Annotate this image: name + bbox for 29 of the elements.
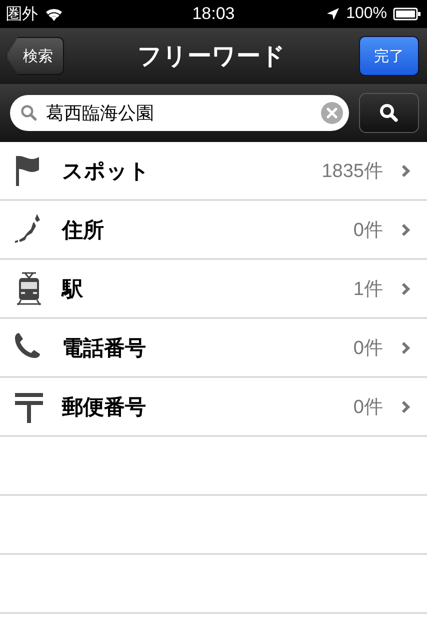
location-arrow-icon	[326, 7, 340, 21]
result-count: 1件	[353, 278, 383, 302]
result-count: 0件	[353, 396, 383, 420]
result-label: 住所	[62, 216, 105, 244]
result-count: 0件	[353, 336, 383, 360]
close-icon	[321, 102, 343, 124]
chevron-icon	[401, 222, 411, 236]
battery-percent: 100%	[346, 5, 387, 23]
search-icon	[20, 104, 38, 122]
chevron-icon	[401, 400, 411, 414]
nav-title: フリーワード	[138, 41, 286, 72]
result-label: スポット	[62, 158, 151, 184]
back-button[interactable]: 検索	[6, 37, 64, 75]
result-label: 郵便番号	[62, 394, 147, 420]
result-label: 駅	[62, 276, 84, 302]
chevron-icon	[401, 282, 411, 296]
chevron-icon	[401, 340, 411, 354]
status-time: 18:03	[192, 4, 235, 24]
search-button[interactable]	[359, 93, 419, 133]
battery-icon	[392, 7, 421, 21]
done-button[interactable]: 完了	[359, 36, 419, 76]
wifi-icon	[44, 6, 64, 22]
search-icon	[379, 103, 399, 123]
carrier-label: 圏外	[6, 4, 38, 24]
search-field[interactable]: 葛西臨海公園	[10, 95, 349, 131]
result-count: 0件	[353, 218, 383, 242]
result-count: 1835件	[322, 160, 383, 184]
chevron-icon	[401, 164, 411, 178]
result-label: 電話番号	[62, 334, 147, 362]
